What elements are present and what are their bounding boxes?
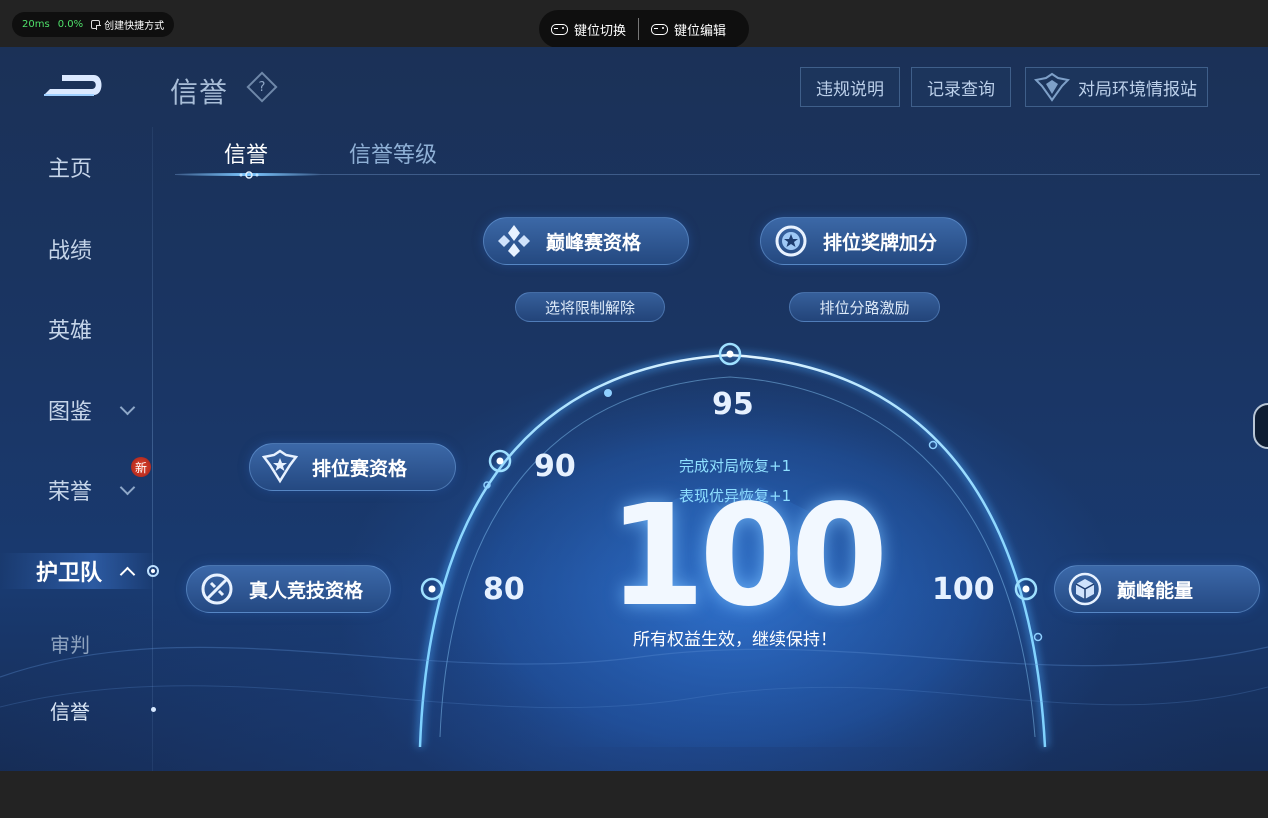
help-glyph: ? [258,79,266,95]
real-player-icon [201,573,233,605]
sidebar-item-codex[interactable]: 图鉴 [0,390,150,430]
chevron-down-icon [119,399,136,416]
game-screen: 信誉 ? 违规说明 记录查询 对局环境情报站 主页 战绩 英雄 图鉴 荣誉 新 … [0,47,1268,771]
key-switch-label: 键位切换 [574,23,627,39]
score-tick-80: 80 [483,572,525,607]
intel-station-label: 对局环境情报站 [1078,79,1197,100]
tab-credit-level[interactable]: 信誉等级 [349,137,437,169]
sidebar-divider [152,127,153,771]
peak-energy-label: 巅峰能量 [1117,579,1194,602]
energy-cube-icon [1068,572,1102,606]
key-switch-button[interactable]: 键位切换 [539,10,638,48]
new-badge: 新 [131,457,151,477]
loss-value: 0.0% [57,19,84,30]
peak-energy[interactable]: 巅峰能量 [1054,565,1260,613]
medal-icon [775,225,807,257]
rules-label: 违规说明 [816,79,884,100]
arc-node-80 [420,577,444,601]
sidebar-item-label: 战绩 [48,239,93,264]
arc-node-100 [1014,577,1038,601]
latency-value: 20ms [22,19,50,30]
keymap-toolbar: 键位切换 键位编辑 [539,10,749,48]
rank-match-label: 排位赛资格 [312,457,408,480]
side-panel-handle[interactable] [1253,403,1268,449]
real-player-label: 真人竞技资格 [249,579,364,602]
peak-match-label: 巅峰赛资格 [546,231,642,254]
records-label: 记录查询 [927,79,995,100]
rank-sub-benefit[interactable]: 排位分路激励 [789,292,940,322]
peak-sub-label: 选将限制解除 [544,298,635,317]
rank-medal-bonus[interactable]: 排位奖牌加分 [760,217,967,265]
sidebar-item-label: 主页 [48,157,93,182]
rank-match-qualification[interactable]: 排位赛资格 [249,443,456,491]
page-title: 信誉 [170,76,229,109]
sidebar-item-judge[interactable]: 审判 [0,623,150,663]
rules-button[interactable]: 违规说明 [800,67,900,107]
rank-medal-label: 排位奖牌加分 [823,231,938,254]
back-logo-icon[interactable] [40,67,106,103]
sidebar-item-guard-team[interactable]: 护卫队 [0,551,155,591]
rank-sub-label: 排位分路激励 [819,298,910,317]
bottom-bar [0,771,1268,818]
credit-status: 所有权益生效，继续保持！ [633,630,837,650]
tab-ornament-icon [239,171,259,179]
intel-emblem-icon [1034,72,1070,102]
gamepad-icon [551,23,568,35]
sidebar-item-record[interactable]: 战绩 [0,229,150,269]
records-button[interactable]: 记录查询 [911,67,1011,107]
score-tick-90: 90 [534,449,576,484]
sidebar-item-label: 荣誉 [48,480,93,505]
gamepad-icon [651,23,669,35]
peak-match-qualification[interactable]: 巅峰赛资格 [483,217,689,265]
sidebar-item-label: 英雄 [48,319,93,344]
peak-sub-benefit[interactable]: 选将限制解除 [515,292,665,322]
shortcut-icon [91,20,102,30]
score-tick-95: 95 [712,387,754,422]
tab-credit[interactable]: 信誉 [224,137,268,169]
current-marker-icon [151,707,156,712]
performance-indicator: 20ms 0.0% 创建快捷方式 [12,12,175,37]
score-tick-100: 100 [932,572,995,607]
rank-shield-icon [262,449,298,484]
create-shortcut-label: 创建快捷方式 [104,21,165,32]
help-icon[interactable]: ? [246,71,278,103]
peak-icon [498,225,530,257]
arc-node-90 [488,449,512,473]
arc-node-95 [718,342,742,366]
credit-arc [0,342,1268,748]
sidebar-item-honor[interactable]: 荣誉 [0,470,150,510]
sidebar-item-label: 护卫队 [36,561,103,586]
create-shortcut-button[interactable]: 创建快捷方式 [91,17,164,32]
sidebar-item-heroes[interactable]: 英雄 [0,309,150,349]
chevron-down-icon [119,479,136,496]
recovery-rule-match: 完成对局恢复+1 [679,457,792,475]
credit-score: 100 [608,475,888,638]
sidebar-item-home[interactable]: 主页 [0,147,150,187]
chevron-up-icon [119,566,136,583]
sidebar-item-credit[interactable]: 信誉 [0,690,150,730]
real-player-qualification[interactable]: 真人竞技资格 [186,565,391,613]
key-edit-label: 键位编辑 [674,23,727,39]
sidebar-item-label: 审判 [50,632,90,657]
key-edit-button[interactable]: 键位编辑 [639,10,738,48]
active-marker-icon [147,565,159,577]
sidebar-item-label: 信誉 [50,699,90,724]
intel-station-button[interactable]: 对局环境情报站 [1025,67,1208,107]
tab-divider [175,174,1260,175]
sidebar-item-label: 图鉴 [48,400,93,425]
